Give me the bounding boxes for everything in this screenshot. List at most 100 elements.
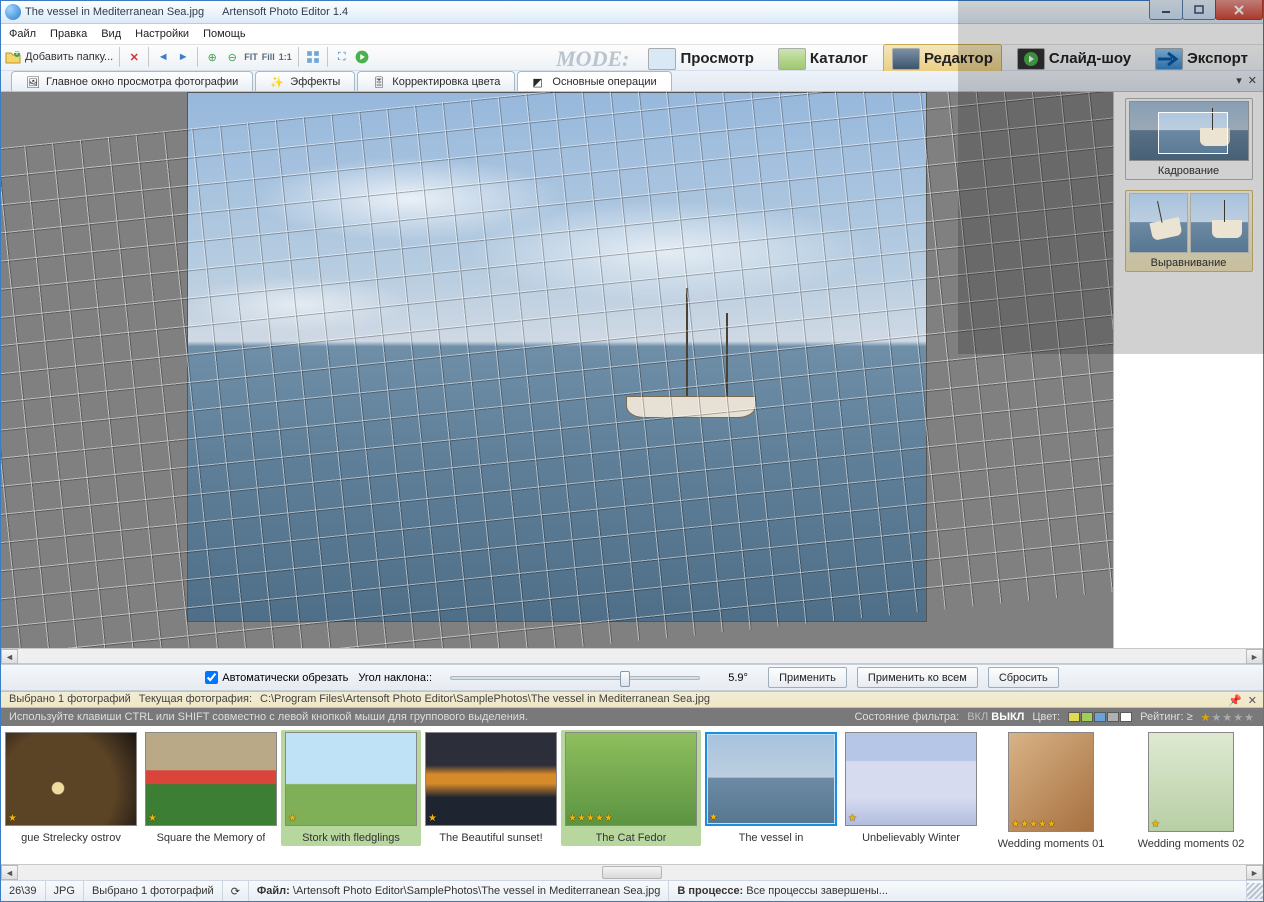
thumbnail-caption: gue Strelecky ostrov <box>21 832 121 844</box>
color-swatch[interactable] <box>1068 712 1080 722</box>
menu-bar: Файл Правка Вид Настройки Помощь <box>1 24 1263 45</box>
apply-all-button[interactable]: Применить ко всем <box>857 667 978 688</box>
scroll-left-icon[interactable]: ◄ <box>1 865 18 880</box>
editor-icon <box>892 48 920 70</box>
op-straighten[interactable]: Выравнивание <box>1125 190 1253 272</box>
slider-knob[interactable] <box>620 671 630 687</box>
menu-edit[interactable]: Правка <box>50 28 87 40</box>
rating-stars: ★★★★★ <box>1011 819 1056 830</box>
status-selected: Выбрано 1 фотографий <box>84 881 223 901</box>
filmstrip-hscrollbar[interactable]: ◄ ► <box>1 864 1263 880</box>
tab-basic-ops[interactable]: ◩Основные операции <box>517 71 671 91</box>
zoom-out-icon[interactable]: ⊖ <box>224 49 240 65</box>
pin-icon[interactable]: 📌 <box>1228 694 1242 707</box>
panel-menu-icon[interactable]: ▾ <box>1236 74 1242 87</box>
status-format: JPG <box>46 881 84 901</box>
add-folder-label: Добавить папку... <box>25 51 113 63</box>
straighten-grid-overlay <box>1 92 1113 648</box>
scroll-left-icon[interactable]: ◄ <box>1 649 18 664</box>
mode-export[interactable]: Экспорт <box>1146 44 1257 74</box>
add-folder-button[interactable]: + Добавить папку... <box>5 49 113 65</box>
status-refresh-icon[interactable]: ⟳ <box>223 881 249 901</box>
export-arrow-icon <box>1155 48 1183 70</box>
rating-stars: ★★★★★ <box>568 813 613 824</box>
menu-file[interactable]: Файл <box>9 28 36 40</box>
mode-editor[interactable]: Редактор <box>883 44 1002 74</box>
catalog-close-icon[interactable]: ✕ <box>1248 694 1257 707</box>
thumbnail[interactable]: ★Stork with fledglings <box>281 730 421 846</box>
color-swatch[interactable] <box>1081 712 1093 722</box>
thumbnail-image: ★ <box>285 732 417 826</box>
minimize-button[interactable] <box>1149 0 1183 20</box>
tab-color-correction[interactable]: 🎚Корректировка цвета <box>357 71 515 91</box>
close-button[interactable] <box>1215 0 1263 20</box>
color-swatch[interactable] <box>1120 712 1132 722</box>
filmstrip[interactable]: ★gue Strelecky ostrov★Square the Memory … <box>1 726 1263 864</box>
menu-help[interactable]: Помощь <box>203 28 246 40</box>
zoom-fill-button[interactable]: Fill <box>262 52 275 62</box>
grid-icon[interactable] <box>305 49 321 65</box>
thumbnail[interactable]: ★★★★★Wedding moments 01 <box>981 730 1121 852</box>
reset-button[interactable]: Сбросить <box>988 667 1059 688</box>
rating-stars: ★ <box>1151 819 1160 830</box>
tab-main-view[interactable]: 🖼Главное окно просмотра фотографии <box>11 71 253 91</box>
angle-slider[interactable] <box>450 676 700 680</box>
mode-catalog[interactable]: Каталог <box>769 44 877 74</box>
toolbar: + Добавить папку... ✕ ◄ ► ⊕ ⊖ FIT Fill 1… <box>1 45 1263 72</box>
menu-settings[interactable]: Настройки <box>135 28 189 40</box>
thumbnail[interactable]: ★Square the Memory of <box>141 730 281 846</box>
op-crop[interactable]: Кадрование <box>1125 98 1253 180</box>
crop-icon: ◩ <box>532 76 546 88</box>
canvas-area[interactable] <box>1 92 1113 648</box>
app-window: The vessel in Mediterranean Sea.jpg Arte… <box>0 0 1264 902</box>
zoom-actual-button[interactable]: 1:1 <box>279 52 292 62</box>
color-label: Цвет: <box>1032 711 1060 723</box>
thumbnail-image: ★★★★★ <box>565 732 697 826</box>
photo-icon: 🖼 <box>26 76 40 88</box>
nav-next-icon[interactable]: ► <box>175 49 191 65</box>
maximize-button[interactable] <box>1182 0 1216 20</box>
play-icon[interactable] <box>354 49 370 65</box>
auto-crop-checkbox[interactable]: Автоматически обрезать <box>205 671 348 684</box>
status-bar: 26\39 JPG Выбрано 1 фотографий ⟳ Файл: \… <box>1 880 1263 901</box>
title-app: Artensoft Photo Editor 1.4 <box>222 6 348 18</box>
thumbnail-caption: The Beautiful sunset! <box>439 832 542 844</box>
scroll-right-icon[interactable]: ► <box>1246 649 1263 664</box>
thumbnail-caption: Square the Memory of <box>157 832 266 844</box>
title-file: The vessel in Mediterranean Sea.jpg <box>25 6 204 18</box>
nav-prev-icon[interactable]: ◄ <box>155 49 171 65</box>
scrollbar-thumb[interactable] <box>602 866 662 879</box>
thumbnail[interactable]: ★The Beautiful sunset! <box>421 730 561 846</box>
thumbnail-image: ★ <box>1148 732 1234 832</box>
zoom-fit-button[interactable]: FIT <box>244 52 258 62</box>
rating-label: Рейтинг: ≥ <box>1140 711 1193 723</box>
canvas-hscrollbar[interactable]: ◄ ► <box>1 648 1263 664</box>
zoom-in-icon[interactable]: ⊕ <box>204 49 220 65</box>
scroll-right-icon[interactable]: ► <box>1246 865 1263 880</box>
rating-stars: ★ <box>428 813 437 824</box>
thumbnail[interactable]: ★Wedding moments 02 <box>1121 730 1261 852</box>
delete-icon[interactable]: ✕ <box>126 49 142 65</box>
thumbnail[interactable]: ★The vessel in <box>701 730 841 846</box>
thumbnail[interactable]: ★Unbelievably Winter <box>841 730 981 846</box>
mode-slideshow[interactable]: Слайд-шоу <box>1008 44 1140 74</box>
thumbnail-image: ★★★★★ <box>1008 732 1094 832</box>
thumbnail[interactable]: ★★★★★ The Cat Fedor <box>561 730 701 846</box>
rating-filter[interactable]: ★★★★★ <box>1201 711 1255 724</box>
tab-effects[interactable]: ✨Эффекты <box>255 71 355 91</box>
selected-count: Выбрано 1 фотографий <box>9 693 131 705</box>
resize-grip[interactable] <box>1247 883 1263 899</box>
color-swatch[interactable] <box>1094 712 1106 722</box>
thumbnail[interactable]: ★gue Strelecky ostrov <box>1 730 141 846</box>
color-swatch[interactable] <box>1107 712 1119 722</box>
title-bar[interactable]: The vessel in Mediterranean Sea.jpg Arte… <box>1 1 1263 24</box>
thumbnail-caption: The Cat Fedor <box>596 832 667 844</box>
fullscreen-icon[interactable]: ⛶ <box>334 49 350 65</box>
rating-stars: ★ <box>288 813 297 824</box>
menu-view[interactable]: Вид <box>101 28 121 40</box>
apply-button[interactable]: Применить <box>768 667 847 688</box>
panel-close-icon[interactable]: ✕ <box>1248 74 1257 87</box>
filter-toggle[interactable]: ВКЛ ВЫКЛ <box>967 711 1024 723</box>
mode-view[interactable]: Просмотр <box>639 44 762 74</box>
color-swatches[interactable] <box>1068 712 1132 722</box>
